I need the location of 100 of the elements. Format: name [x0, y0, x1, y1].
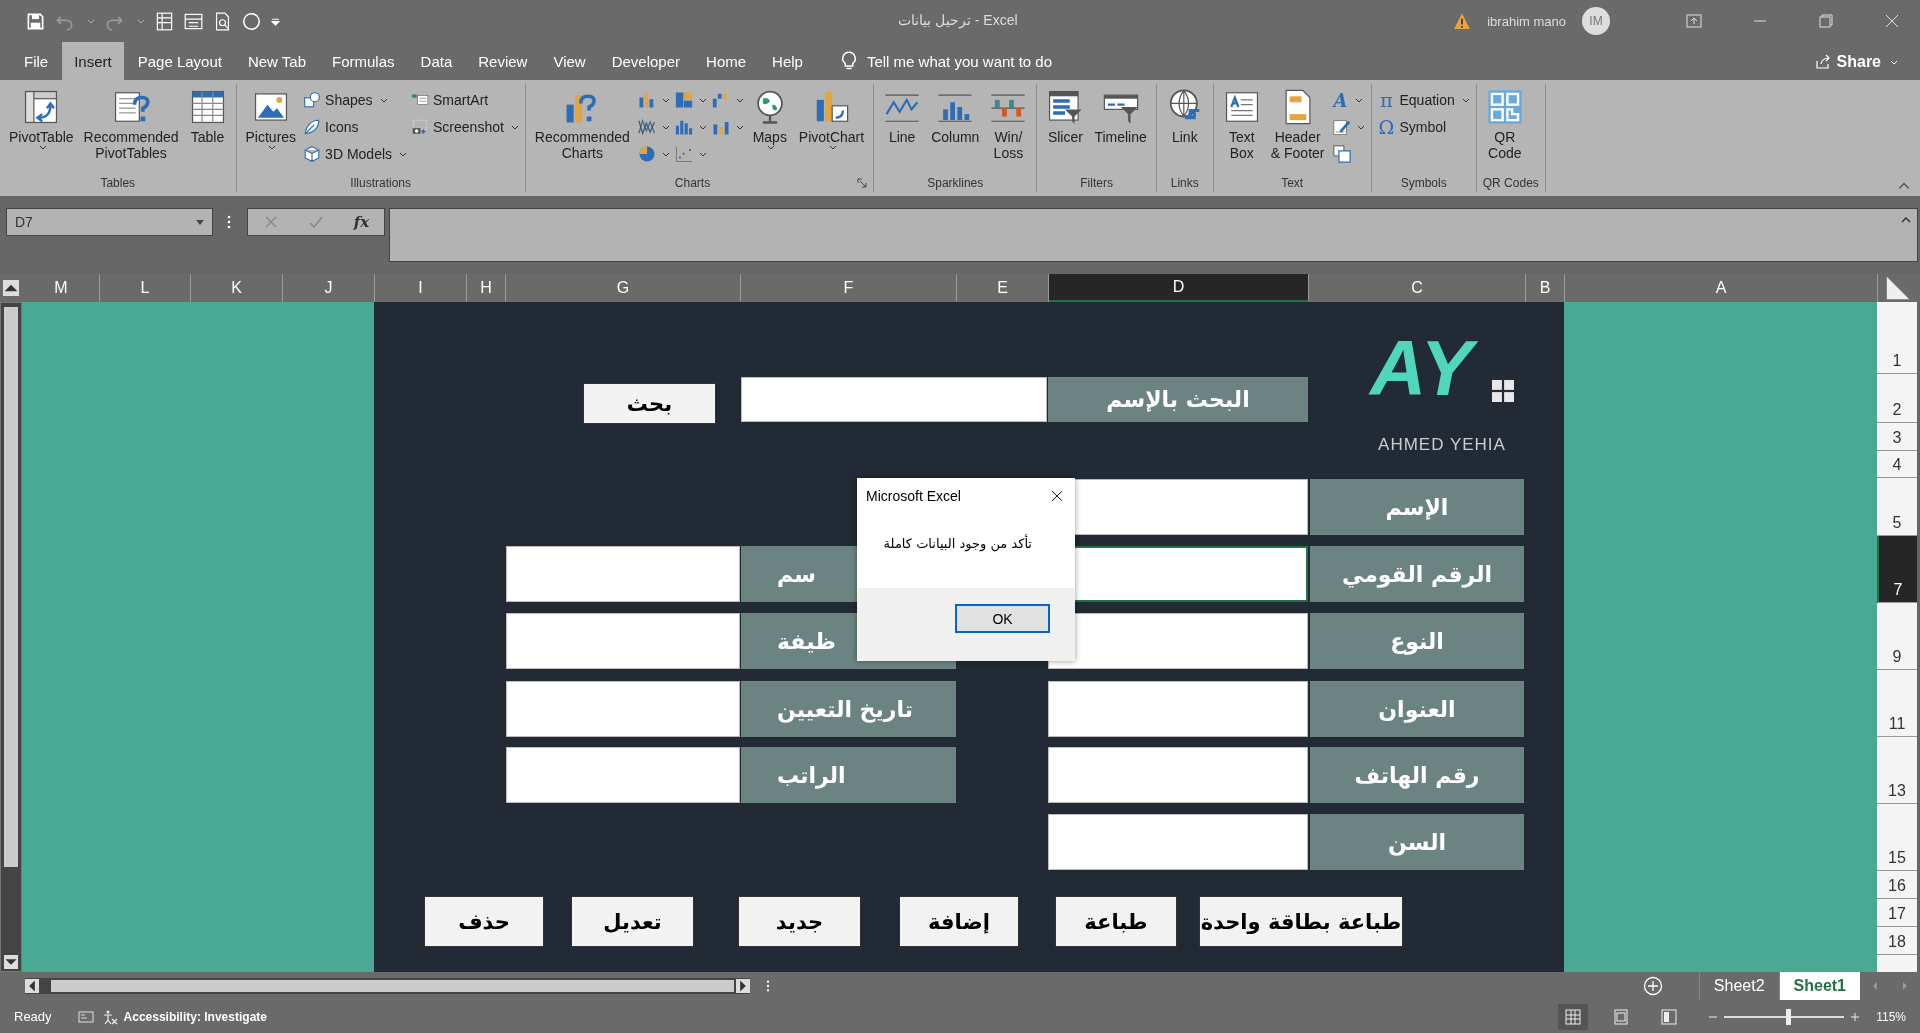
ribbon-button[interactable]: PivotTable — [6, 88, 77, 151]
ribbon-tab[interactable]: File — [12, 42, 61, 80]
share-button[interactable]: Share — [1814, 53, 1898, 71]
scroll-down-icon[interactable] — [4, 955, 18, 969]
search-field[interactable] — [741, 377, 1047, 422]
collapse-icon[interactable] — [1901, 217, 1911, 223]
ribbon-button[interactable]: Table — [185, 88, 230, 146]
input-field[interactable] — [506, 613, 740, 669]
vertical-scrollbar[interactable] — [0, 302, 22, 972]
row-header[interactable]: 17 — [1877, 899, 1917, 927]
restore-icon[interactable] — [1818, 13, 1834, 29]
ribbon-button[interactable]: Column — [928, 88, 983, 146]
column-header[interactable]: D — [1049, 274, 1309, 302]
save-icon[interactable] — [26, 11, 45, 31]
ribbon-button[interactable]: Recommended PivotTables — [80, 88, 182, 162]
ribbon-button[interactable]: Header & Footer — [1267, 88, 1328, 162]
form-button[interactable]: حذف — [424, 896, 544, 947]
ribbon-button[interactable]: Maps — [747, 88, 792, 151]
ribbon-button[interactable]: Line — [880, 88, 925, 146]
form-button[interactable]: إضافة — [899, 896, 1019, 947]
more-icon[interactable] — [227, 214, 231, 230]
ribbon-tab[interactable]: Page Layout — [125, 42, 234, 80]
ribbon-button[interactable]: Shapes — [303, 88, 408, 112]
row-header[interactable]: 7 — [1877, 536, 1917, 603]
circle-icon[interactable] — [242, 11, 261, 31]
scroll-up-icon[interactable] — [3, 280, 19, 296]
ribbon-button[interactable]: 3D Models — [303, 142, 408, 166]
form-button[interactable]: جديد — [738, 896, 861, 947]
user-name[interactable]: ibrahim mano — [1487, 13, 1566, 29]
ribbon-button[interactable]: Icons — [303, 115, 408, 139]
collapse-icon[interactable] — [1898, 182, 1910, 190]
ribbon-button[interactable]: π Equation — [1377, 88, 1470, 112]
ribbon-button[interactable]: Win/ Loss — [986, 88, 1031, 162]
ribbon-button[interactable]: Text Box — [1219, 88, 1264, 162]
insert-function-button[interactable]: fx — [353, 213, 370, 231]
ribbon-button[interactable]: Timeline — [1091, 88, 1150, 146]
ribbon-tab[interactable]: Formulas — [320, 42, 407, 80]
tell-me-field[interactable]: Tell me what you want to do — [866, 53, 1053, 70]
ribbon-tab[interactable]: Developer — [599, 42, 693, 80]
ribbon-button[interactable]: Link — [1162, 88, 1207, 146]
ribbon-button[interactable]: Slicer — [1043, 88, 1088, 146]
ribbon-button[interactable]: Pictures — [242, 88, 300, 151]
horizontal-scrollbar[interactable] — [25, 978, 750, 994]
row-header[interactable]: 11 — [1877, 670, 1917, 737]
row-header[interactable]: 2 — [1877, 374, 1917, 423]
scroll-right-icon[interactable] — [736, 979, 750, 993]
name-box[interactable]: D7 — [6, 208, 213, 236]
scroll-left-icon[interactable] — [25, 979, 39, 993]
input-field[interactable] — [506, 681, 740, 737]
form-icon[interactable] — [155, 11, 174, 31]
row-header[interactable]: 9 — [1877, 603, 1917, 670]
formula-input[interactable] — [389, 208, 1918, 262]
zoom-level[interactable]: 115% — [1876, 1009, 1906, 1024]
dialog-launcher-icon[interactable] — [857, 178, 868, 188]
ribbon-tab[interactable]: Review — [466, 42, 540, 80]
zoom-in-icon[interactable] — [1850, 1011, 1861, 1022]
ribbon-display-icon[interactable] — [1686, 13, 1702, 29]
line-chart-icon — [636, 117, 657, 137]
add-sheet-icon[interactable] — [1642, 976, 1663, 996]
sheet-tab[interactable]: Sheet1 — [1778, 972, 1860, 1000]
search-button[interactable]: بحث — [583, 383, 716, 424]
ribbon-tab[interactable]: Home — [694, 42, 759, 80]
more-icon[interactable] — [766, 979, 770, 993]
ok-button[interactable]: OK — [955, 604, 1050, 633]
ribbon-button[interactable]: Screenshot — [411, 115, 519, 139]
input-field[interactable] — [506, 546, 740, 602]
row-header[interactable]: 16 — [1877, 871, 1917, 899]
row-header[interactable]: 1 — [1877, 302, 1917, 374]
row-header[interactable]: 18 — [1877, 927, 1917, 955]
ribbon-tab[interactable]: New Tab — [235, 42, 319, 80]
next-sheet-icon[interactable] — [1900, 981, 1910, 991]
ribbon-button[interactable]: QR Code — [1482, 88, 1527, 162]
list-icon[interactable] — [184, 11, 203, 31]
row-header[interactable]: 3 — [1877, 423, 1917, 451]
ribbon-button[interactable]: Recommended Charts — [531, 88, 633, 162]
customize-icon[interactable] — [271, 16, 280, 26]
ribbon-tab[interactable]: View — [541, 42, 598, 80]
accessibility-status[interactable]: Accessibility: Investigate — [101, 1008, 267, 1025]
input-field[interactable] — [1048, 681, 1308, 737]
ribbon-tab[interactable]: Insert — [62, 42, 124, 80]
print-preview-icon[interactable] — [213, 11, 232, 31]
close-icon[interactable] — [1051, 490, 1063, 502]
warning-icon[interactable] — [1453, 12, 1472, 30]
input-field[interactable] — [1048, 613, 1308, 669]
row-header[interactable]: 13 — [1877, 737, 1917, 804]
ribbon-tab[interactable]: Data — [408, 42, 465, 80]
ribbon-button[interactable]: Ω Symbol — [1377, 115, 1470, 139]
row-header[interactable]: 15 — [1877, 804, 1917, 871]
ribbon-button[interactable]: SmartArt — [411, 88, 519, 112]
form-button[interactable]: طباعة بطاقة واحدة — [1199, 896, 1403, 947]
input-field[interactable] — [1048, 814, 1308, 870]
form-button[interactable]: تعديل — [571, 896, 694, 947]
ribbon-tab[interactable]: Help — [760, 42, 815, 80]
ribbon-button[interactable]: PivotChart — [795, 88, 868, 151]
input-field[interactable] — [1048, 747, 1308, 803]
input-field[interactable] — [506, 747, 740, 803]
row-header[interactable]: 4 — [1877, 451, 1917, 478]
form-button[interactable]: طباعة — [1055, 896, 1177, 947]
macro-icon[interactable] — [77, 1008, 94, 1025]
view-button[interactable] — [1558, 1003, 1589, 1030]
